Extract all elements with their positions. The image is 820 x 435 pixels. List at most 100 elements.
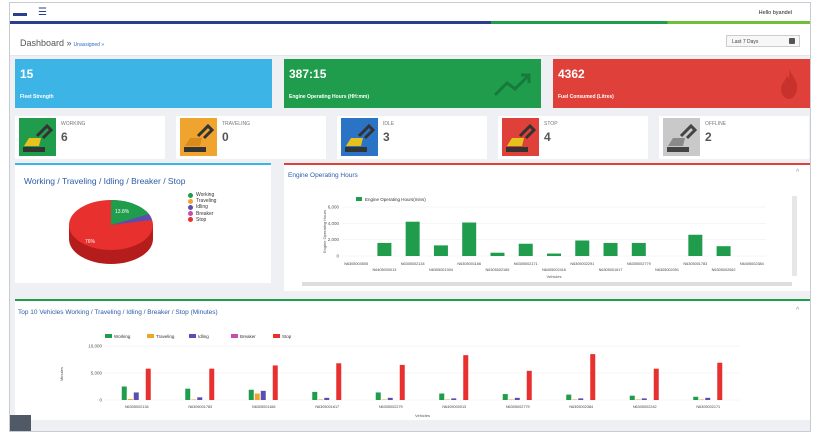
bar — [324, 397, 330, 400]
x-tick-label: N6305002165 — [486, 268, 510, 272]
legend-dot — [188, 204, 193, 210]
top10-chart: Working Traveling Idling Breaker Stop 10,000 5… — [59, 334, 740, 418]
legend-dot — [188, 198, 193, 204]
kpi-fleet-strength[interactable]: 15 Fleet Strength — [15, 59, 272, 108]
bar — [399, 364, 405, 400]
x-tick-label: N6305002171 — [696, 405, 720, 409]
legend-swatch — [231, 334, 238, 338]
collapse-chevron-icon[interactable]: ^ — [796, 307, 799, 314]
bar — [590, 354, 596, 400]
excavator-image — [502, 118, 539, 156]
bar — [260, 390, 266, 400]
bar — [377, 242, 392, 256]
legend-label: Working — [114, 334, 131, 339]
kpi-label: Fuel Consumed (Litres) — [558, 94, 614, 100]
legend-dot — [188, 211, 193, 217]
x-axis-label: Vehicles — [547, 274, 562, 279]
bar — [547, 253, 561, 256]
bar — [197, 397, 203, 400]
y-tick-label: 0 — [99, 398, 102, 403]
bar — [575, 240, 590, 256]
app-frame: ☰ Hello byandel Dashboard » Unassigned » … — [9, 2, 811, 432]
bar — [209, 368, 215, 400]
status-stop[interactable]: STOP 4 — [498, 116, 648, 159]
bar — [451, 398, 457, 400]
bar — [514, 397, 520, 400]
x-tick-label: N6305002279 — [379, 405, 403, 409]
bar — [336, 363, 342, 400]
bar — [462, 222, 477, 256]
expand-icon[interactable] — [10, 415, 31, 431]
kpi-value: 15 — [20, 67, 34, 81]
y-tick-label: 6,000 — [328, 205, 340, 210]
breadcrumb: Dashboard » Unassigned » — [20, 38, 104, 48]
collapse-chevron-icon[interactable]: ^ — [796, 169, 799, 176]
status-label: TRAVELING — [222, 121, 250, 127]
engine-hours-title: Engine Operating Hours — [288, 172, 358, 179]
excavator-image — [341, 118, 378, 156]
status-idle[interactable]: IDLE 3 — [337, 116, 487, 159]
bar — [572, 399, 578, 400]
x-tick-label: N6305001166 — [252, 405, 276, 409]
vertical-scrollbar[interactable] — [792, 196, 797, 276]
kpi-engine-hours[interactable]: 387:15 Engine Operating Hours (HH:mm) — [284, 59, 541, 108]
kpi-fuel-consumed[interactable]: 4362 Fuel Consumed (Litres) — [553, 59, 810, 108]
calendar-icon[interactable] — [789, 38, 795, 44]
x-tick-label: N6305001617 — [315, 405, 339, 409]
status-offline[interactable]: OFFLINE 2 — [659, 116, 809, 159]
bar — [502, 394, 508, 400]
menu-icon[interactable]: ☰ — [38, 8, 47, 18]
bar — [717, 362, 723, 400]
legend-item[interactable]: Working — [188, 192, 216, 198]
x-tick-label: N6305004505 — [344, 262, 368, 266]
x-tick-label: N6305002384 — [569, 405, 593, 409]
user-greeting[interactable]: Hello byandel — [759, 10, 792, 16]
y-tick-label: 2,000 — [328, 237, 340, 242]
x-tick-label: N6305002062 — [712, 268, 736, 272]
bar — [133, 392, 139, 400]
y-axis-label: Engine Operating Hours — [322, 210, 327, 253]
x-tick-label: N6305002134 — [125, 405, 149, 409]
legend-swatch — [356, 197, 362, 201]
bar — [463, 355, 469, 400]
breadcrumb-sub[interactable]: Unassigned » — [74, 42, 105, 48]
page-title[interactable]: Dashboard » — [20, 38, 72, 48]
top10-title: Top 10 Vehicles Working / Traveling / Id… — [18, 309, 218, 316]
status-label: WORKING — [61, 121, 86, 127]
bar — [185, 388, 191, 400]
bar — [145, 368, 151, 400]
legend-label: Breaker — [196, 210, 214, 217]
trend-arrow-icon — [493, 73, 531, 97]
bar — [699, 399, 705, 400]
bar — [566, 394, 572, 400]
x-axis-label: Vehicles — [415, 413, 430, 418]
flame-icon — [781, 69, 798, 99]
status-traveling[interactable]: TRAVELING 0 — [176, 116, 326, 159]
bar — [490, 252, 505, 256]
legend-item[interactable]: Stop — [188, 217, 216, 223]
bar — [381, 399, 387, 400]
status-working[interactable]: WORKING 6 — [15, 116, 165, 159]
legend-label: Working — [196, 192, 215, 199]
bar — [272, 365, 278, 400]
y-tick-label: 4,000 — [328, 221, 340, 226]
legend-label: Engine Operating Hours(mins) — [365, 197, 426, 202]
status-label: IDLE — [383, 121, 395, 127]
y-axis-label: Minutes — [59, 367, 64, 381]
x-tick-label: N6305001617 — [599, 268, 623, 272]
horizontal-scrollbar[interactable] — [302, 282, 792, 286]
status-count: 6 — [61, 130, 68, 144]
x-tick-label: N6405000013 — [372, 268, 396, 272]
bar — [705, 397, 711, 400]
legend-dot — [188, 192, 193, 198]
bar — [191, 399, 197, 400]
legend-label: Stop — [196, 216, 207, 223]
excavator-image — [663, 118, 700, 156]
y-tick-label: 10,000 — [88, 344, 102, 349]
bar — [603, 242, 618, 256]
x-tick-label: N6305002242 — [633, 405, 657, 409]
date-range-select[interactable]: Last 7 Days — [726, 35, 800, 47]
bar — [439, 393, 445, 400]
legend-dot — [188, 217, 193, 223]
legend-label: Breaker — [240, 334, 256, 339]
